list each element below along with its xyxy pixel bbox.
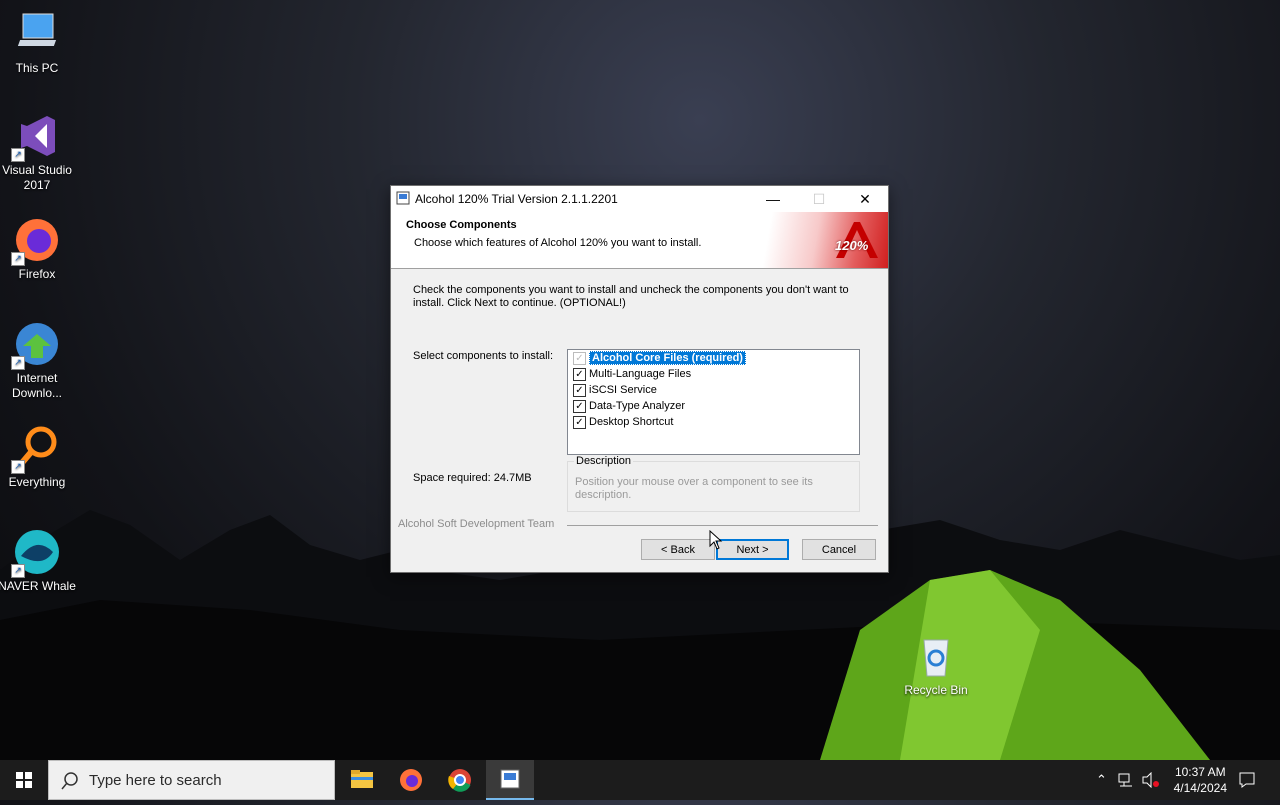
component-label: Multi-Language Files [589, 368, 692, 380]
alcohol-logo-icon: 120% [832, 220, 880, 260]
description-text: Position your mouse over a component to … [575, 476, 813, 501]
page-subtitle: Choose which features of Alcohol 120% yo… [414, 237, 702, 249]
minimize-button[interactable]: — [750, 186, 796, 212]
desktop-icon-label: Recycle Bin [904, 683, 968, 697]
shortcut-arrow-icon: ↗ [11, 564, 25, 578]
desktop-icon-firefox[interactable]: ↗ Firefox [0, 216, 77, 282]
installer-app-icon [396, 191, 410, 205]
checkbox-checked-icon[interactable]: ✓ [573, 400, 586, 413]
notification-center-icon[interactable] [1238, 771, 1256, 792]
component-label: Desktop Shortcut [589, 416, 674, 428]
close-button[interactable]: ✕ [842, 186, 888, 212]
shortcut-arrow-icon: ↗ [11, 252, 25, 266]
taskbar-installer[interactable] [486, 760, 534, 800]
taskbar: Type here to search ⌃ 10:37 AM 4/14/2024 [0, 760, 1280, 800]
back-button[interactable]: < Back [641, 539, 715, 560]
shortcut-arrow-icon: ↗ [11, 460, 25, 474]
mouse-cursor-icon [709, 530, 723, 550]
taskbar-chrome[interactable] [436, 760, 484, 800]
folder-icon [351, 770, 373, 788]
space-required: Space required: 24.7MB [413, 472, 532, 484]
taskbar-file-explorer[interactable] [338, 760, 386, 800]
desktop-icon-label: Everything [8, 475, 66, 489]
installer-app-icon [500, 769, 520, 789]
installer-dialog: Alcohol 120% Trial Version 2.1.1.2201 — … [390, 185, 889, 573]
naver-whale-icon: ↗ [11, 528, 61, 578]
component-item[interactable]: ✓ iSCSI Service [568, 382, 859, 398]
instructions-text: Check the components you want to install… [413, 284, 849, 309]
checkbox-checked-icon: ✓ [573, 352, 586, 365]
everything-search-icon: ↗ [11, 424, 61, 474]
clock-date: 4/14/2024 [1173, 781, 1227, 795]
recycle-bin-icon [912, 632, 960, 680]
desktop-icon-recycle-bin[interactable]: Recycle Bin [896, 632, 976, 698]
firefox-icon: ↗ [11, 216, 61, 266]
checkbox-checked-icon[interactable]: ✓ [573, 368, 586, 381]
dialog-header: Choose Components Choose which features … [391, 212, 888, 269]
clock-time: 10:37 AM [1174, 765, 1226, 779]
taskbar-firefox[interactable] [387, 760, 435, 800]
shortcut-arrow-icon: ↗ [11, 356, 25, 370]
components-list[interactable]: ✓ Alcohol Core Files (required) ✓ Multi-… [567, 349, 860, 455]
chrome-icon [448, 769, 471, 792]
shortcut-arrow-icon: ↗ [11, 148, 25, 162]
firefox-icon [400, 769, 422, 791]
next-button[interactable]: Next > [716, 539, 789, 560]
description-legend: Description [574, 455, 634, 467]
start-button[interactable] [0, 760, 48, 800]
desktop-icon-everything[interactable]: ↗ Everything [0, 424, 77, 490]
search-placeholder: Type here to search [89, 772, 222, 789]
dialog-title: Alcohol 120% Trial Version 2.1.1.2201 [415, 192, 618, 206]
visual-studio-icon: ↗ [11, 112, 61, 162]
logo-text: 120% [835, 238, 869, 253]
desktop-icon-label: Firefox [18, 267, 56, 281]
desktop-icon-label: Internet Downlo... [11, 371, 63, 400]
windows-logo-icon [16, 772, 32, 788]
component-label: Alcohol Core Files (required) [589, 351, 746, 365]
page-title: Choose Components [406, 219, 517, 231]
desktop-icon-label: NAVER Whale [0, 579, 76, 593]
network-icon[interactable] [1118, 772, 1134, 791]
divider [567, 525, 878, 526]
checkbox-checked-icon[interactable]: ✓ [573, 384, 586, 397]
component-label: Data-Type Analyzer [589, 400, 685, 412]
checkbox-checked-icon[interactable]: ✓ [573, 416, 586, 429]
system-clock[interactable]: 10:37 AM 4/14/2024 [1174, 764, 1227, 796]
internet-download-manager-icon: ↗ [11, 320, 61, 370]
desktop-icon-visual-studio[interactable]: ↗ Visual Studio 2017 [0, 112, 77, 193]
search-icon [61, 772, 78, 790]
component-item[interactable]: ✓ Data-Type Analyzer [568, 398, 859, 414]
component-item[interactable]: ✓ Desktop Shortcut [568, 414, 859, 430]
branding-text: Alcohol Soft Development Team [398, 518, 555, 530]
select-components-label: Select components to install: [413, 350, 554, 362]
component-label: iSCSI Service [589, 384, 657, 396]
component-item[interactable]: ✓ Multi-Language Files [568, 366, 859, 382]
desktop-icon-this-pc[interactable]: This PC [0, 10, 77, 76]
desktop-icon-label: This PC [15, 61, 59, 75]
maximize-button: ☐ [812, 191, 826, 207]
desktop-icon-internet-download-manager[interactable]: ↗ Internet Downlo... [0, 320, 77, 401]
taskbar-search-box[interactable]: Type here to search [48, 760, 335, 800]
computer-icon [13, 10, 61, 58]
desktop-icon-label: Visual Studio 2017 [2, 163, 72, 192]
component-item[interactable]: ✓ Alcohol Core Files (required) [568, 350, 859, 366]
desktop-icon-naver-whale[interactable]: ↗ NAVER Whale [0, 528, 77, 594]
dialog-titlebar[interactable]: Alcohol 120% Trial Version 2.1.1.2201 — … [391, 186, 888, 212]
cancel-button[interactable]: Cancel [802, 539, 876, 560]
volume-muted-icon[interactable] [1142, 771, 1160, 791]
show-hidden-icons-chevron-icon[interactable]: ⌃ [1096, 772, 1107, 788]
